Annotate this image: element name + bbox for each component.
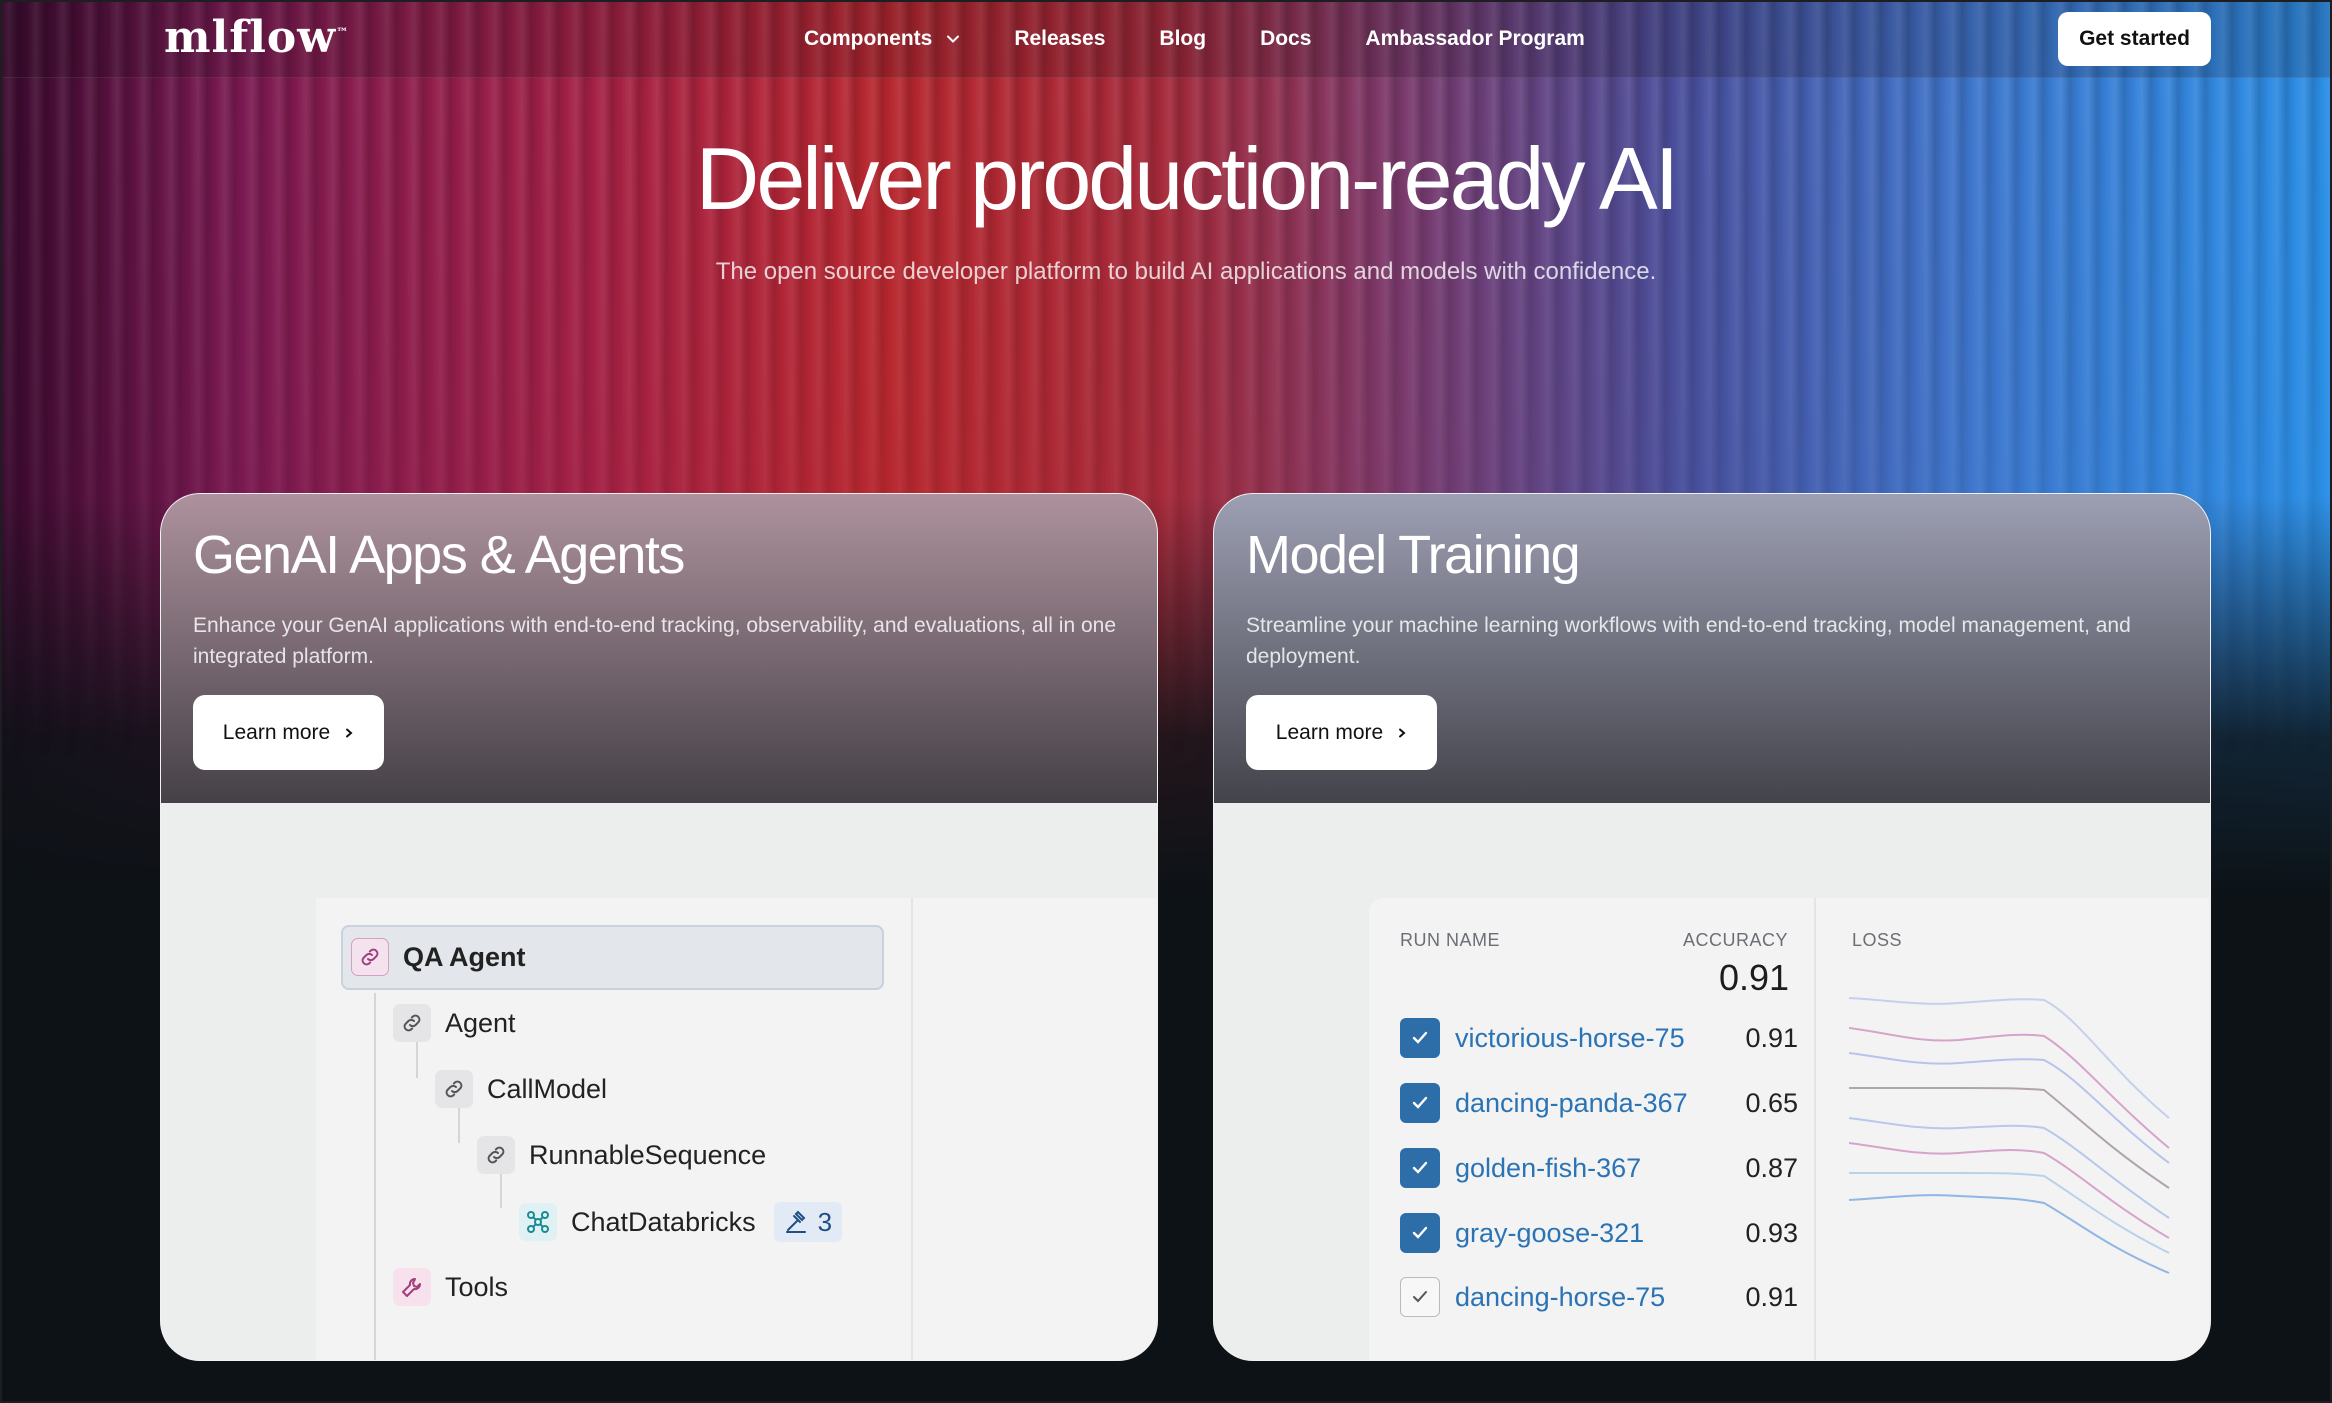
- mlflow-logo[interactable]: mlflow™: [164, 12, 349, 63]
- nav-blog[interactable]: Blog: [1159, 27, 1206, 51]
- node-label: Agent: [445, 1007, 516, 1038]
- trace-node-agent[interactable]: Agent: [393, 1004, 516, 1042]
- checkbox-checked[interactable]: [1400, 1018, 1440, 1058]
- checkbox-unchecked[interactable]: [1400, 1277, 1440, 1317]
- card-title: GenAI Apps & Agents: [193, 525, 685, 585]
- chevron-right-icon: [1399, 728, 1406, 737]
- run-name-link[interactable]: golden-fish-367: [1455, 1153, 1641, 1184]
- run-row[interactable]: victorious-horse-75 0.91: [1400, 1018, 1798, 1058]
- trace-preview: QA Agent Agent CallModel RunnableSequenc…: [161, 803, 1157, 1360]
- tool-call-count-badge: 3: [773, 1202, 843, 1242]
- nav-docs[interactable]: Docs: [1260, 27, 1311, 51]
- card-description: Streamline your machine learning workflo…: [1246, 614, 2131, 668]
- link-icon: [435, 1070, 473, 1108]
- run-name-header: RUN NAME: [1400, 930, 1501, 950]
- trace-node-qa-agent[interactable]: QA Agent: [351, 938, 526, 976]
- run-row[interactable]: golden-fish-367 0.87: [1400, 1148, 1798, 1188]
- model-icon: [519, 1203, 557, 1241]
- hero-subtitle: The open source developer platform to bu…: [715, 258, 1657, 285]
- node-label: Tools: [445, 1271, 509, 1302]
- run-name-link[interactable]: victorious-horse-75: [1455, 1023, 1685, 1054]
- run-row[interactable]: dancing-horse-75 0.91: [1400, 1277, 1798, 1317]
- card-header: Model Training Streamline your machine l…: [1214, 494, 2210, 803]
- run-accuracy: 0.87: [1745, 1152, 1798, 1183]
- chevron-right-icon: [346, 728, 353, 737]
- run-row[interactable]: gray-goose-321 0.93: [1400, 1213, 1798, 1253]
- wrench-icon: [393, 1268, 431, 1306]
- learn-more-button[interactable]: Learn more: [193, 695, 384, 770]
- loss-header: LOSS: [1852, 930, 1903, 950]
- hammer-icon: [785, 1210, 806, 1233]
- run-name-link[interactable]: gray-goose-321: [1455, 1218, 1644, 1249]
- trace-node-tools[interactable]: Tools: [393, 1268, 508, 1306]
- runs-table-panel: RUN NAME ACCURACY LOSS 0.91 victorious-h…: [1369, 898, 2209, 1360]
- card-description: Enhance your GenAI applications with end…: [193, 614, 1116, 668]
- run-name-link[interactable]: dancing-horse-75: [1455, 1282, 1665, 1313]
- link-icon: [477, 1136, 515, 1174]
- trace-tree-panel: QA Agent Agent CallModel RunnableSequenc…: [316, 898, 1156, 1360]
- loss-sparklines: [1849, 997, 2170, 1274]
- chevron-down-icon: [947, 35, 960, 43]
- nav-releases[interactable]: Releases: [1014, 27, 1105, 51]
- run-accuracy: 0.91: [1745, 1022, 1798, 1053]
- node-label: RunnableSequence: [529, 1139, 767, 1170]
- top-navbar: mlflow™ Components Releases Blog Docs Am…: [0, 0, 2332, 78]
- trace-node-runnablesequence[interactable]: RunnableSequence: [477, 1136, 766, 1174]
- genai-card: GenAI Apps & Agents Enhance your GenAI a…: [160, 493, 1158, 1361]
- run-accuracy: 0.93: [1745, 1217, 1798, 1248]
- hero-title: Deliver production-ready AI: [695, 129, 1679, 228]
- link-icon: [393, 1004, 431, 1042]
- run-name-link[interactable]: dancing-panda-367: [1455, 1088, 1688, 1119]
- card-title: Model Training: [1246, 525, 1581, 585]
- nav-ambassador-program[interactable]: Ambassador Program: [1365, 27, 1584, 51]
- card-header: GenAI Apps & Agents Enhance your GenAI a…: [161, 494, 1157, 803]
- nav-links: Components Releases Blog Docs Ambassador…: [804, 0, 1639, 78]
- trace-node-callmodel[interactable]: CallModel: [435, 1070, 607, 1108]
- link-icon: [351, 938, 389, 976]
- accuracy-header: ACCURACY: [1683, 930, 1789, 950]
- run-accuracy: 0.91: [1745, 1281, 1798, 1312]
- checkbox-checked[interactable]: [1400, 1213, 1440, 1253]
- node-label: QA Agent: [403, 941, 526, 972]
- learn-more-button[interactable]: Learn more: [1246, 695, 1437, 770]
- nav-components[interactable]: Components: [804, 27, 960, 51]
- run-row[interactable]: dancing-panda-367 0.65: [1400, 1083, 1798, 1123]
- checkbox-checked[interactable]: [1400, 1148, 1440, 1188]
- checkbox-checked[interactable]: [1400, 1083, 1440, 1123]
- accuracy-summary: 0.91: [1719, 957, 1790, 998]
- run-accuracy: 0.65: [1745, 1087, 1798, 1118]
- node-label: ChatDatabricks: [571, 1206, 756, 1237]
- runs-preview: RUN NAME ACCURACY LOSS 0.91 victorious-h…: [1214, 803, 2210, 1360]
- node-label: CallModel: [487, 1073, 608, 1104]
- get-started-button[interactable]: Get started: [2058, 12, 2211, 66]
- model-training-card: Model Training Streamline your machine l…: [1213, 493, 2211, 1361]
- trace-node-chatdatabricks[interactable]: ChatDatabricks 3: [519, 1202, 843, 1242]
